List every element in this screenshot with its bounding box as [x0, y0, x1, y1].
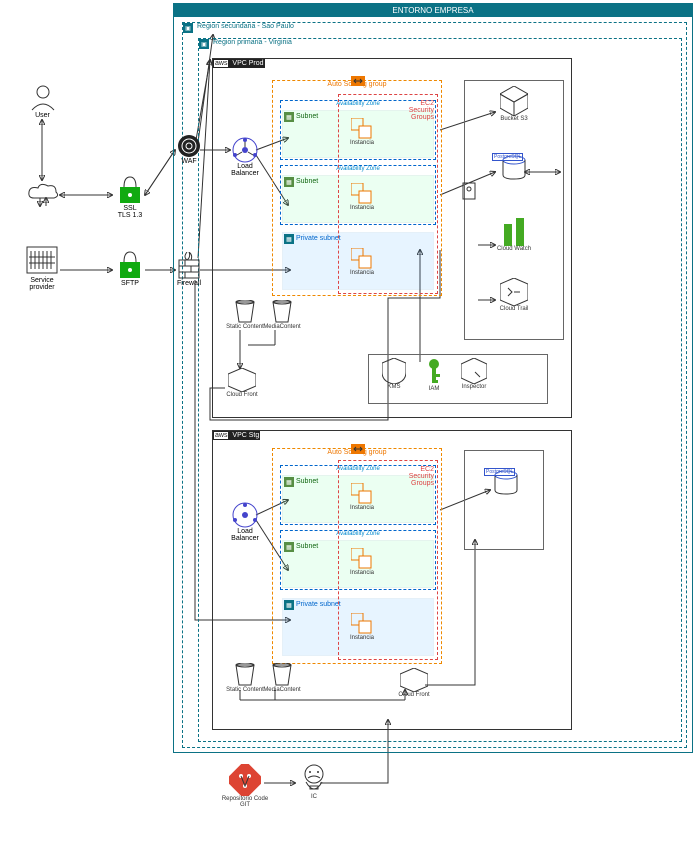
- doc-icon: [462, 182, 476, 200]
- subnet2-stg: Subnet: [296, 543, 318, 550]
- subnet1-prod: Subnet: [296, 113, 318, 120]
- waf-label: WAF: [175, 158, 203, 165]
- user-icon: User: [25, 82, 60, 119]
- subnet-badge-icon: ▦: [284, 542, 294, 552]
- subnet2-prod: Subnet: [296, 178, 318, 185]
- title-entorno: ENTORNO EMPRESA: [174, 4, 692, 17]
- vpc-prod-title: aws VPC Prod: [213, 59, 265, 68]
- iam-icon: IAM: [418, 358, 450, 392]
- inspector-icon: Inspector: [454, 358, 494, 390]
- lb-stg-icon: Load Balancer: [225, 502, 265, 542]
- lb-prod-icon: Load Balancer: [225, 137, 265, 177]
- kms-icon: KMS: [378, 358, 410, 390]
- cloudfront-icon: Cloud Front: [222, 368, 262, 398]
- subnet-badge-icon: ▦: [284, 112, 294, 122]
- instance-icon: Instancia: [350, 613, 374, 641]
- lb-prod-label: Load Balancer: [225, 163, 265, 177]
- postgres-icon: PostgreSQL: [496, 155, 532, 181]
- service-provider-icon: Service provider: [22, 243, 62, 291]
- sp-label: Service provider: [22, 277, 62, 291]
- git-icon: Repositorio Code GIT: [220, 764, 270, 808]
- region-badge-icon: ▣: [183, 23, 193, 33]
- subnet-badge-icon: ▦: [284, 477, 294, 487]
- cloudfront-icon: Cloud Front: [394, 668, 434, 698]
- region-secondary: Region secundaria - Sao Paulo: [197, 23, 294, 30]
- bucket-icon: Static Content: [225, 663, 265, 693]
- instance-icon: Instancia: [350, 248, 374, 276]
- waf-icon: WAF: [175, 134, 203, 165]
- cloudwatch-icon: Cloud Watch: [492, 218, 536, 252]
- sftp-icon: SFTP: [113, 250, 147, 287]
- region-badge-icon: ▣: [199, 39, 209, 49]
- firewall-icon: Firewall: [175, 252, 203, 287]
- vpc-stg-title: aws VPC Stg: [213, 431, 260, 440]
- sftp-label: SFTP: [113, 280, 147, 287]
- bucket-icon: Static Content: [225, 300, 265, 330]
- instance-icon: Instancia: [350, 548, 374, 576]
- bucket-icon: MediaContent: [262, 300, 302, 330]
- instance-icon: Instancia: [350, 483, 374, 511]
- instance-icon: Instancia: [350, 183, 374, 211]
- lb-stg-label: Load Balancer: [225, 528, 265, 542]
- fw-label: Firewall: [175, 280, 203, 287]
- priv-stg: Private subnet: [296, 601, 341, 608]
- user-label: User: [25, 112, 60, 119]
- ec2-stg: EC2 Security Groups: [400, 466, 434, 487]
- ssl-label: SSL TLS 1.3: [113, 205, 147, 219]
- instance-icon: Instancia: [350, 118, 374, 146]
- ec2-prod: EC2 Security Groups: [400, 100, 434, 121]
- priv-prod: Private subnet: [296, 235, 341, 242]
- subnet-badge-icon: ▦: [284, 177, 294, 187]
- bucket-s3-icon: Bucket S3: [494, 86, 534, 122]
- priv-badge-icon: ▦: [284, 234, 294, 244]
- ssl-icon: SSL TLS 1.3: [113, 175, 147, 219]
- cloudtrail-icon: Cloud Trail: [492, 278, 536, 312]
- region-primary: Region primaria - Virginia: [213, 39, 292, 46]
- cloud-icon: [25, 182, 60, 208]
- postgres-icon: PostgreSQL: [488, 470, 524, 496]
- priv-badge-icon: ▦: [284, 600, 294, 610]
- subnet1-stg: Subnet: [296, 478, 318, 485]
- bucket-icon: MediaContent: [262, 663, 302, 693]
- ic-icon: IC: [296, 764, 332, 800]
